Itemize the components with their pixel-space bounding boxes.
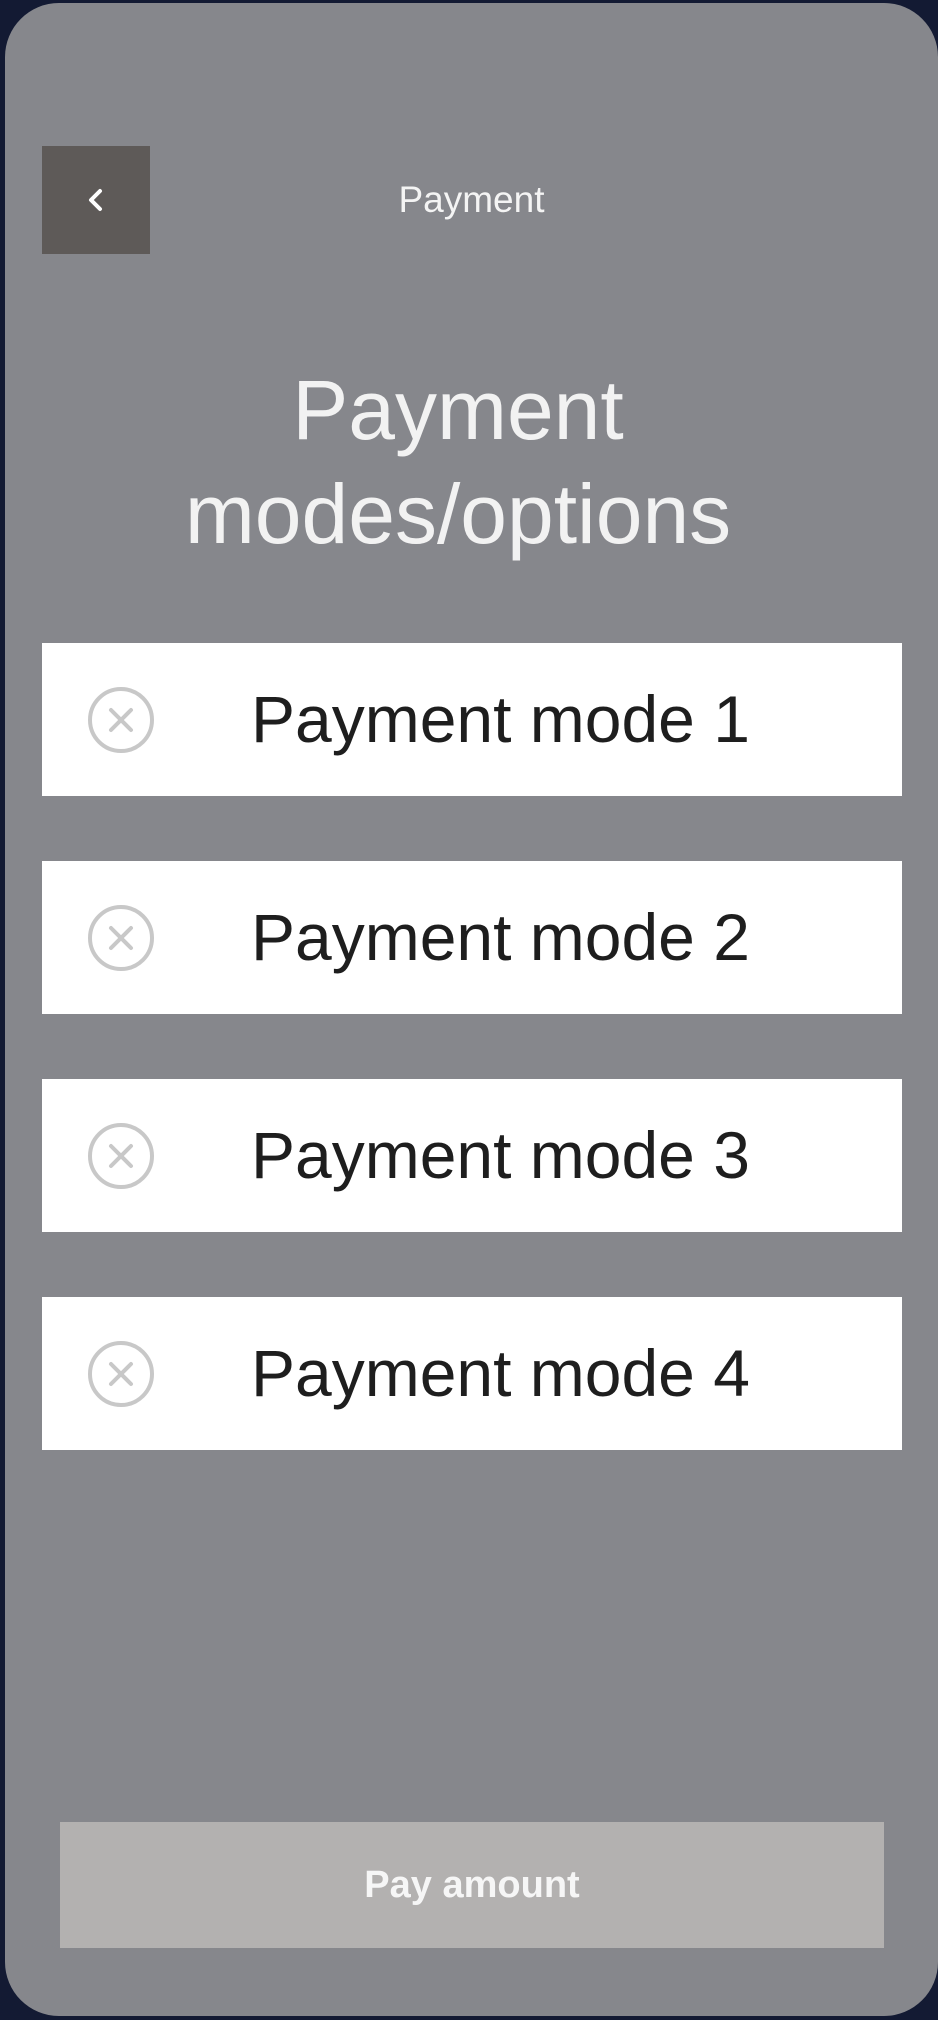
close-circle-icon[interactable] xyxy=(86,1339,156,1409)
pay-amount-button[interactable]: Pay amount xyxy=(60,1822,884,1948)
payment-mode-label: Payment mode 1 xyxy=(251,682,750,756)
payment-modes-list: Payment mode 1 Payment mode 2 Payment mo… xyxy=(42,643,902,1515)
close-circle-icon[interactable] xyxy=(86,1121,156,1191)
page-title-line2: modes/options xyxy=(184,467,732,561)
payment-mode-item-3[interactable]: Payment mode 3 xyxy=(42,1079,902,1232)
payment-mode-label: Payment mode 3 xyxy=(251,1118,750,1192)
payment-mode-label: Payment mode 2 xyxy=(251,900,750,974)
close-circle-icon[interactable] xyxy=(86,685,156,755)
phone-screen: Payment Payment modes/options Payment mo… xyxy=(5,3,938,2016)
payment-mode-item-1[interactable]: Payment mode 1 xyxy=(42,643,902,796)
payment-mode-item-2[interactable]: Payment mode 2 xyxy=(42,861,902,1014)
header-title: Payment xyxy=(398,179,545,220)
close-circle-icon[interactable] xyxy=(86,903,156,973)
payment-mode-label: Payment mode 4 xyxy=(251,1336,750,1410)
page-title-line1: Payment xyxy=(292,363,624,457)
page-title: Payment modes/options xyxy=(5,358,911,566)
payment-mode-item-4[interactable]: Payment mode 4 xyxy=(42,1297,902,1450)
